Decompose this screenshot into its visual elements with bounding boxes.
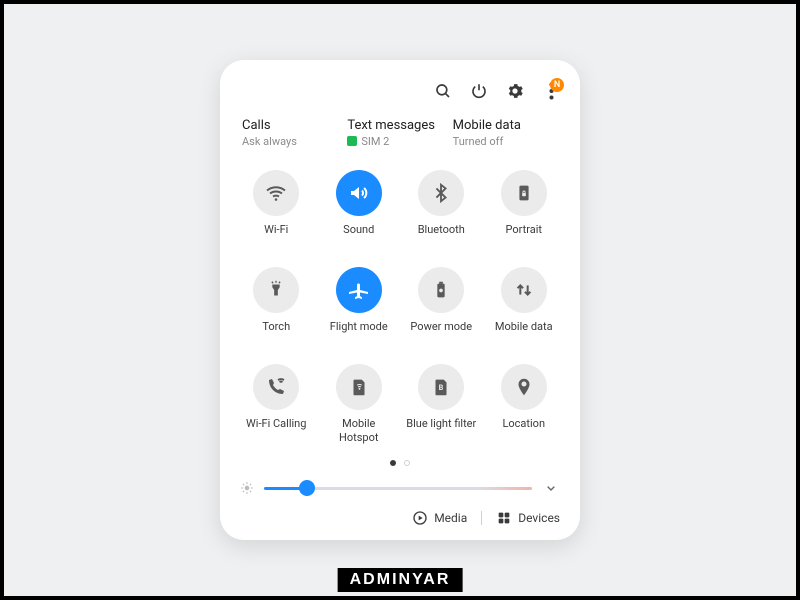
toggle-label: Flight mode (330, 320, 388, 346)
mobiledata-title: Mobile data (453, 118, 558, 133)
toggle-portrait[interactable]: Portrait (488, 170, 561, 249)
toggle-label: Location (502, 417, 545, 443)
notification-badge: N (550, 78, 564, 92)
mobile-data-icon (513, 279, 535, 301)
toggle-torch[interactable]: Torch (240, 267, 313, 346)
power-mode-icon (430, 279, 452, 301)
watermark-label: ADMINYAR (338, 568, 463, 592)
toggle-mobile-data[interactable]: Mobile data (488, 267, 561, 346)
bluetooth-icon (430, 182, 452, 204)
toggle-sound[interactable]: Sound (323, 170, 396, 249)
toggle-label: Power mode (410, 320, 472, 346)
search-icon[interactable] (434, 82, 452, 100)
wifi-calling-icon (264, 375, 288, 399)
brightness-icon (240, 481, 254, 495)
toggle-label: Portrait (505, 223, 542, 249)
mobiledata-selector[interactable]: Mobile data Turned off (453, 118, 558, 148)
toggle-power-mode[interactable]: Power mode (405, 267, 478, 346)
texts-title: Text messages (347, 118, 452, 133)
brightness-expand-icon[interactable] (542, 480, 560, 496)
calls-selector[interactable]: Calls Ask always (242, 118, 347, 148)
devices-label: Devices (518, 511, 560, 525)
mobiledata-sub: Turned off (453, 135, 558, 148)
toggle-label: Wi-Fi Calling (246, 417, 306, 443)
settings-icon[interactable] (506, 82, 524, 100)
top-icon-bar: N (240, 82, 560, 100)
sim-chip-icon (347, 136, 357, 146)
texts-selector[interactable]: Text messages SIM 2 (347, 118, 452, 148)
toggle-label: Bluetooth (418, 223, 465, 249)
power-icon[interactable] (470, 82, 488, 100)
toggle-label: Wi-Fi (264, 223, 288, 249)
toggle-label: Torch (262, 320, 290, 346)
page-indicator[interactable] (240, 460, 560, 466)
location-icon (513, 376, 535, 398)
toggle-label: Mobile Hotspot (323, 417, 396, 445)
devices-button[interactable]: Devices (496, 510, 560, 526)
page-dot-2 (404, 460, 410, 466)
svg-text:B: B (439, 383, 444, 392)
toggle-mobile-hotspot[interactable]: Mobile Hotspot (323, 364, 396, 445)
toggle-label: Blue light filter (406, 417, 476, 443)
separator (481, 511, 482, 525)
toggle-label: Sound (343, 223, 374, 249)
brightness-thumb[interactable] (299, 480, 315, 496)
toggle-bluetooth[interactable]: Bluetooth (405, 170, 478, 249)
media-label: Media (434, 511, 467, 525)
airplane-icon (347, 278, 371, 302)
toggle-wifi-calling[interactable]: Wi-Fi Calling (240, 364, 313, 445)
wifi-icon (264, 181, 288, 205)
quick-toggle-grid: Wi-Fi Sound Bluetooth Portrait Torch (240, 170, 560, 445)
more-icon[interactable]: N (542, 82, 560, 100)
toggle-flight-mode[interactable]: Flight mode (323, 267, 396, 346)
toggle-label: Mobile data (495, 320, 553, 346)
calls-sub: Ask always (242, 135, 347, 148)
toggle-wifi[interactable]: Wi-Fi (240, 170, 313, 249)
toggle-location[interactable]: Location (488, 364, 561, 445)
media-button[interactable]: Media (412, 510, 467, 526)
calls-title: Calls (242, 118, 347, 133)
brightness-row (240, 480, 560, 496)
texts-sub: SIM 2 (347, 135, 452, 148)
blue-light-icon: B (430, 376, 452, 398)
toggle-blue-light-filter[interactable]: B Blue light filter (405, 364, 478, 445)
sim-info-row: Calls Ask always Text messages SIM 2 Mob… (240, 118, 560, 148)
sound-icon (347, 181, 371, 205)
quick-settings-panel: N Calls Ask always Text messages SIM 2 M… (220, 60, 580, 541)
devices-icon (496, 510, 512, 526)
brightness-slider[interactable] (264, 487, 532, 490)
bottom-row: Media Devices (240, 510, 560, 526)
portrait-lock-icon (513, 182, 535, 204)
media-icon (412, 510, 428, 526)
page-dot-1 (390, 460, 396, 466)
torch-icon (265, 279, 287, 301)
hotspot-icon (348, 376, 370, 398)
